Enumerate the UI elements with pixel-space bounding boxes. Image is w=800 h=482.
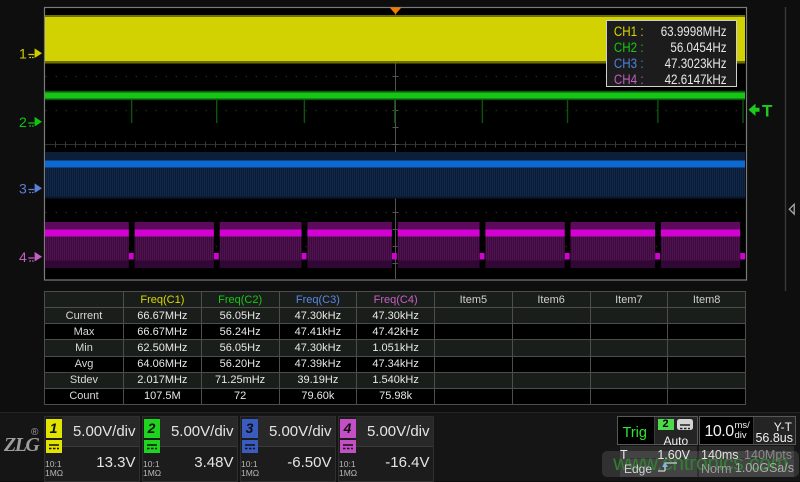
svg-text:T: T (762, 102, 773, 121)
svg-text:2: 2 (19, 114, 27, 130)
svg-text:3: 3 (19, 181, 27, 197)
svg-text:1: 1 (19, 46, 27, 62)
svg-text:4: 4 (19, 249, 27, 265)
